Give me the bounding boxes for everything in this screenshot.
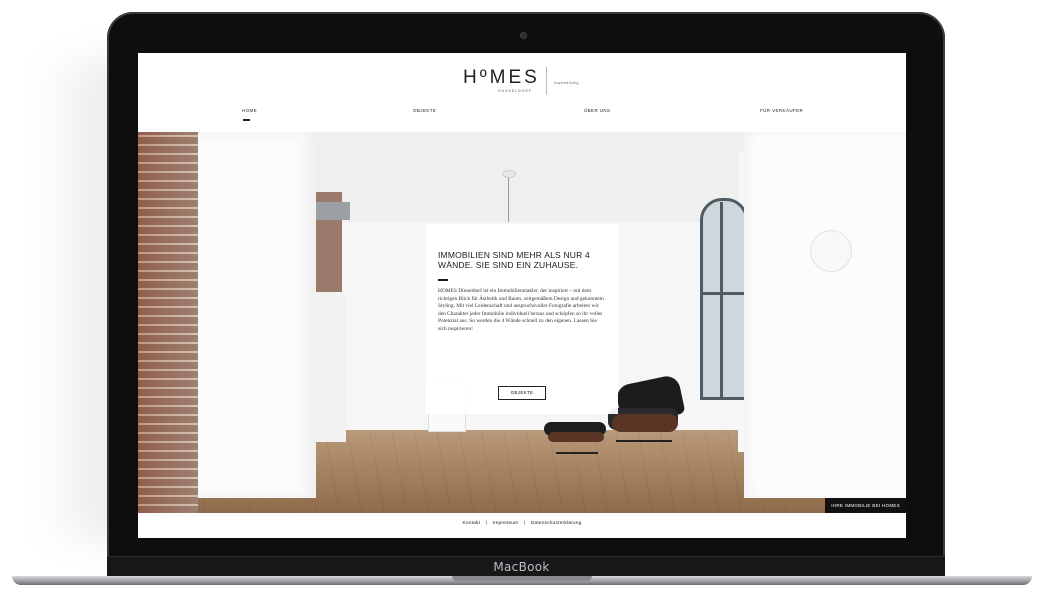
logo-divider bbox=[546, 67, 547, 95]
hero-arched-window bbox=[700, 198, 748, 400]
footer-link-impressum[interactable]: Impressum bbox=[493, 521, 519, 526]
site-tagline: Inspired living bbox=[554, 80, 579, 85]
immobilie-badge-button[interactable]: IHRE IMMOBILIE BEI HOMES bbox=[825, 498, 906, 513]
hero-window-transom bbox=[700, 292, 748, 295]
objekte-button[interactable]: OBJEKTE bbox=[498, 386, 546, 400]
footer-links: Kontakt | Impressum | Datenschutzerkläru… bbox=[138, 521, 906, 526]
nav-item-objekte[interactable]: OBJEKTE bbox=[413, 108, 436, 113]
hero-title: IMMOBILIEN SIND MEHR ALS NUR 4 WÄNDE. SI… bbox=[438, 250, 590, 270]
hero-ceiling bbox=[288, 132, 758, 224]
hero-wall-lamp bbox=[810, 230, 852, 272]
hero-pendant-lamp bbox=[502, 170, 516, 178]
nav-item-fuer-verkaeufer[interactable]: FÜR VERKÄUFER bbox=[760, 108, 803, 113]
site-footer: Kontakt | Impressum | Datenschutzerkläru… bbox=[138, 513, 906, 538]
hero-side-wall bbox=[316, 292, 346, 442]
site-logo[interactable]: HºMES bbox=[463, 67, 540, 89]
nav-active-indicator bbox=[243, 119, 250, 121]
hero-text-card: IMMOBILIEN SIND MEHR ALS NUR 4 WÄNDE. SI… bbox=[426, 224, 618, 414]
laptop-notch bbox=[452, 576, 592, 581]
footer-separator: | bbox=[485, 521, 488, 526]
hero-right-pillar bbox=[744, 132, 906, 498]
hero-chair-base bbox=[616, 432, 672, 442]
hero-title-rule bbox=[438, 279, 448, 281]
hero-pendant-cord bbox=[508, 172, 509, 222]
hero-chair-shell bbox=[612, 414, 678, 432]
laptop-brand-label: MacBook bbox=[493, 560, 550, 574]
hero-image: IMMOBILIEN SIND MEHR ALS NUR 4 WÄNDE. SI… bbox=[138, 132, 906, 513]
footer-separator: | bbox=[523, 521, 526, 526]
footer-link-kontakt[interactable]: Kontakt bbox=[463, 521, 481, 526]
hero-brick-tint bbox=[138, 132, 198, 513]
hero-pipe bbox=[316, 202, 350, 220]
hero-ottoman-base bbox=[556, 444, 598, 454]
hero-left-pillar bbox=[198, 132, 316, 498]
nav-item-home[interactable]: HOME bbox=[242, 108, 257, 113]
camera-icon bbox=[521, 33, 526, 38]
hero-ottoman-shell bbox=[548, 432, 604, 442]
logo-subtitle: DÜSSELDORF bbox=[498, 89, 532, 93]
nav-item-ueber-uns[interactable]: ÜBER UNS bbox=[584, 108, 610, 113]
main-nav: HOME OBJEKTE ÜBER UNS FÜR VERKÄUFER bbox=[138, 108, 906, 121]
footer-link-datenschutz[interactable]: Datenschutzerklärung bbox=[531, 521, 582, 526]
browser-screen: HºMES DÜSSELDORF Inspired living HOME OB… bbox=[138, 53, 906, 538]
hero-window-mullion bbox=[720, 202, 723, 397]
hero-body-text: HOMES Düsseldorf ist ein Immobilienmakle… bbox=[438, 288, 604, 332]
